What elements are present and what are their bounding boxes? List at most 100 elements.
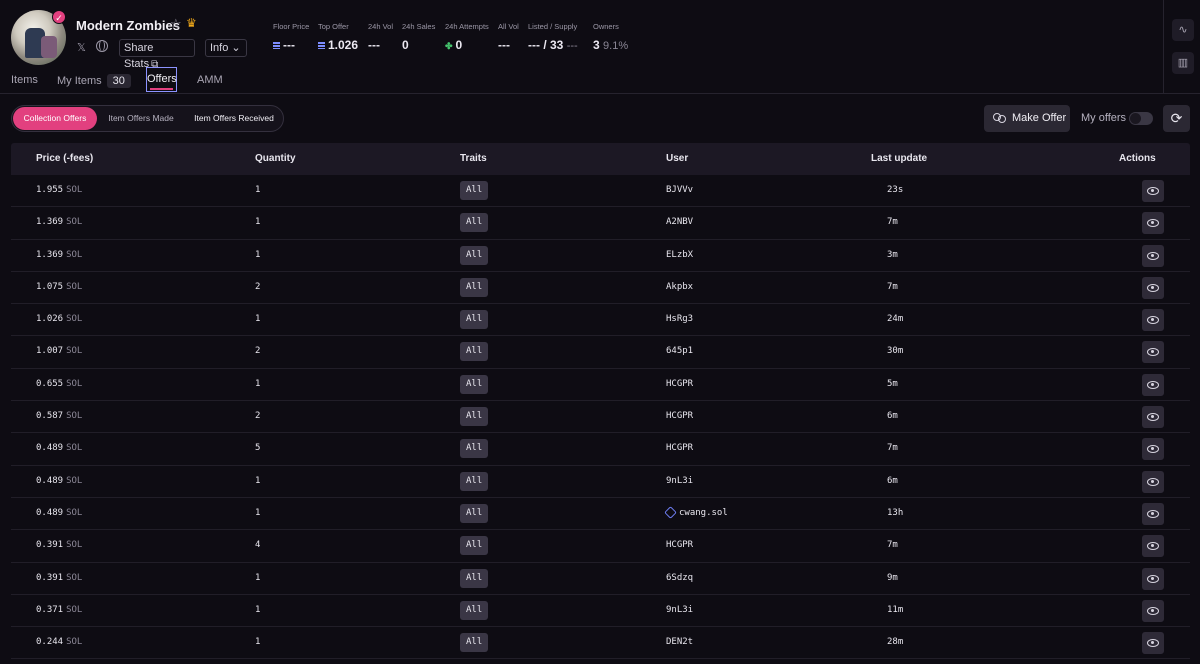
traits-badge[interactable]: All bbox=[460, 342, 489, 362]
collection-offers-button[interactable]: Collection Offers bbox=[13, 107, 97, 130]
sol-icon bbox=[318, 42, 325, 50]
price-cell: 1.007 SOL bbox=[36, 346, 82, 356]
view-offer-button[interactable] bbox=[1142, 373, 1164, 396]
tab-amm[interactable]: AMM bbox=[197, 74, 223, 86]
table-header: Price (-fees) Quantity Traits User Last … bbox=[11, 143, 1190, 175]
eye-icon bbox=[1147, 445, 1159, 454]
price-value: 1.075 bbox=[36, 281, 64, 292]
view-offer-button[interactable] bbox=[1142, 276, 1164, 299]
view-offer-button[interactable] bbox=[1142, 309, 1164, 332]
user-cell[interactable]: Akpbx bbox=[666, 282, 693, 292]
price-value: 0.489 bbox=[36, 507, 64, 518]
share-stats-label: Share Stats bbox=[124, 42, 154, 70]
tab-my-items[interactable]: My Items 30 bbox=[57, 74, 131, 88]
table-row: 0.655 SOL 1 All HCGPR 5m bbox=[11, 369, 1190, 402]
view-offer-button[interactable] bbox=[1142, 212, 1164, 235]
price-unit: SOL bbox=[66, 314, 83, 325]
eye-icon bbox=[1147, 283, 1159, 292]
user-name: DEN2t bbox=[666, 637, 694, 648]
price-cell: 0.489 SOL bbox=[36, 508, 82, 518]
traits-badge[interactable]: All bbox=[460, 439, 489, 459]
user-cell[interactable]: HsRg3 bbox=[666, 314, 693, 324]
traits-badge[interactable]: All bbox=[460, 633, 489, 653]
user-cell[interactable]: 6Sdzq bbox=[666, 573, 693, 583]
stat-sub: 9.1% bbox=[603, 40, 629, 52]
make-offer-button[interactable]: Make Offer bbox=[984, 105, 1070, 132]
x-twitter-icon[interactable]: 𝕏 bbox=[77, 41, 86, 54]
user-cell[interactable]: HCGPR bbox=[666, 379, 693, 389]
eye-icon bbox=[1147, 187, 1159, 195]
activity-icon[interactable]: ∿ bbox=[1172, 19, 1194, 41]
table-row: 0.489 SOL 5 All HCGPR 7m bbox=[11, 433, 1190, 466]
last-update-cell: 28m bbox=[887, 637, 904, 648]
user-cell[interactable]: 9nL3i bbox=[666, 476, 693, 486]
item-offers-received-button[interactable]: Item Offers Received bbox=[186, 107, 282, 130]
quantity-cell: 4 bbox=[255, 540, 261, 551]
user-cell[interactable]: HCGPR bbox=[666, 443, 693, 453]
view-offer-button[interactable] bbox=[1142, 535, 1164, 558]
view-offer-button[interactable] bbox=[1142, 632, 1164, 655]
header-user: User bbox=[666, 153, 689, 164]
stat-value: --- bbox=[283, 38, 295, 52]
traits-badge[interactable]: All bbox=[460, 277, 489, 297]
user-name: HsRg3 bbox=[666, 314, 694, 325]
share-stats-button[interactable]: Share Stats ⧉ bbox=[119, 39, 195, 70]
view-offer-button[interactable] bbox=[1142, 180, 1164, 202]
view-offer-button[interactable] bbox=[1142, 244, 1164, 267]
price-unit: SOL bbox=[66, 507, 83, 518]
view-offer-button[interactable] bbox=[1142, 567, 1164, 590]
traits-badge[interactable]: All bbox=[460, 310, 489, 330]
chevron-down-icon: ⌄ bbox=[231, 42, 241, 54]
traits-badge[interactable]: All bbox=[460, 374, 489, 394]
last-update-cell: 13h bbox=[887, 507, 904, 518]
tab-items[interactable]: Items bbox=[11, 74, 38, 86]
user-cell[interactable]: HCGPR bbox=[666, 411, 693, 421]
star-icon[interactable]: ☆ bbox=[170, 16, 182, 32]
traits-badge[interactable]: All bbox=[460, 245, 489, 265]
user-cell[interactable]: HCGPR bbox=[666, 540, 693, 550]
stat-value: 0 bbox=[402, 38, 409, 52]
item-offers-made-button[interactable]: Item Offers Made bbox=[100, 107, 182, 130]
table-row: 0.391 SOL 1 All 6Sdzq 9m bbox=[11, 563, 1190, 595]
user-cell[interactable]: 9nL3i bbox=[666, 605, 693, 615]
info-dropdown[interactable]: Info ⌄ bbox=[205, 39, 247, 57]
user-cell[interactable]: BJVVv bbox=[666, 185, 693, 195]
user-cell[interactable]: ELzbX bbox=[666, 250, 693, 260]
my-offers-toggle[interactable] bbox=[1129, 112, 1153, 125]
view-offer-button[interactable] bbox=[1142, 438, 1164, 461]
price-cell: 0.587 SOL bbox=[36, 411, 82, 421]
traits-badge[interactable]: All bbox=[460, 181, 489, 200]
user-name: HCGPR bbox=[666, 378, 694, 389]
price-unit: SOL bbox=[66, 217, 83, 228]
refresh-icon[interactable]: ⟳ bbox=[1163, 105, 1190, 132]
user-cell[interactable]: DEN2t bbox=[666, 637, 693, 647]
last-update-cell: 9m bbox=[887, 572, 898, 583]
stat-top-offer: Top Offer 1.026 bbox=[318, 22, 358, 52]
view-offer-button[interactable] bbox=[1142, 470, 1164, 493]
view-offer-button[interactable] bbox=[1142, 341, 1164, 364]
header-last-update: Last update bbox=[871, 153, 928, 164]
traits-badge[interactable]: All bbox=[460, 536, 489, 556]
view-offer-button[interactable] bbox=[1142, 406, 1164, 429]
coins-icon bbox=[993, 113, 1006, 123]
user-cell[interactable]: cwang.sol bbox=[664, 506, 728, 519]
traits-badge[interactable]: All bbox=[460, 600, 489, 620]
traits-badge[interactable]: All bbox=[460, 213, 489, 233]
user-cell[interactable]: A2NBV bbox=[666, 217, 693, 227]
view-offer-button[interactable] bbox=[1142, 599, 1164, 622]
traits-badge[interactable]: All bbox=[460, 503, 489, 523]
traits-badge[interactable]: All bbox=[460, 568, 489, 588]
last-update-cell: 7m bbox=[887, 281, 898, 292]
traits-badge[interactable]: All bbox=[460, 471, 489, 491]
user-name: 645p1 bbox=[666, 346, 694, 357]
table-row: 0.489 SOL 1 All 9nL3i 6m bbox=[11, 466, 1190, 498]
globe-icon[interactable] bbox=[96, 40, 108, 52]
view-offer-button[interactable] bbox=[1142, 502, 1164, 525]
right-rail: ∿ ▥ bbox=[1163, 0, 1200, 94]
tab-offers[interactable]: Offers bbox=[146, 67, 177, 92]
eye-icon bbox=[1147, 380, 1159, 389]
user-cell[interactable]: 645p1 bbox=[666, 346, 693, 356]
traits-badge[interactable]: All bbox=[460, 407, 489, 427]
bar-chart-icon[interactable]: ▥ bbox=[1172, 52, 1194, 74]
stat-value: --- bbox=[498, 38, 510, 52]
